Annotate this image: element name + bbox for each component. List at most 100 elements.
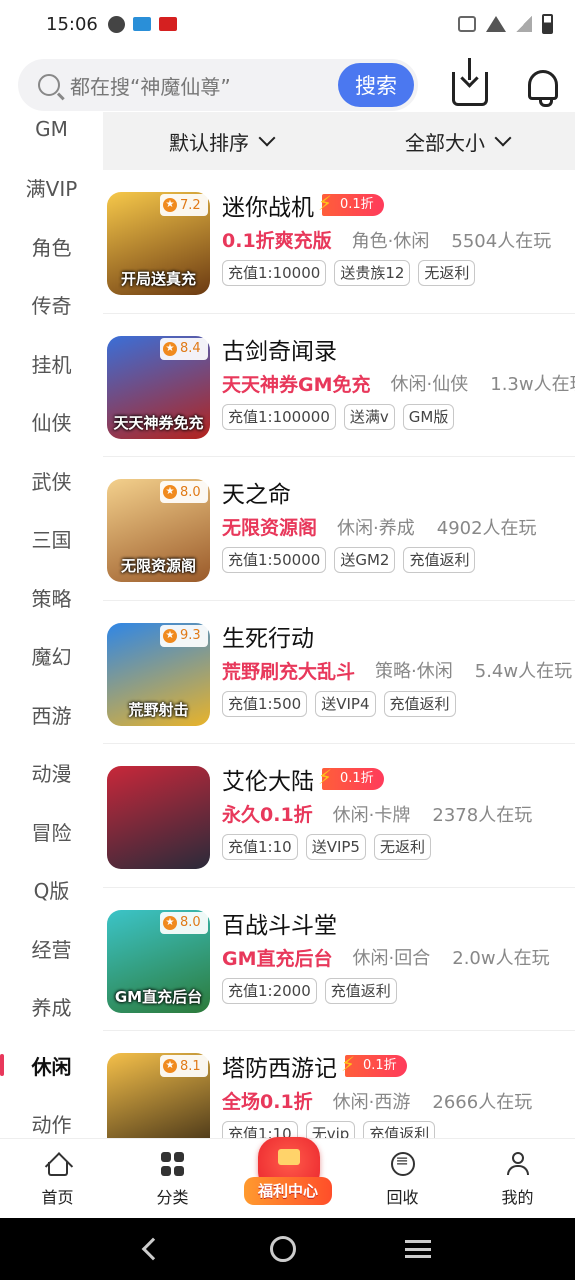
rating-value: 8.4 xyxy=(180,341,201,356)
feature-chip: GM版 xyxy=(402,403,455,430)
sidebar-item[interactable]: Q版 xyxy=(0,861,103,920)
search-icon xyxy=(38,74,60,96)
sort-order-dropdown[interactable]: 默认排序 xyxy=(103,127,339,156)
tab-label: 首页 xyxy=(41,1188,74,1207)
sidebar-item[interactable]: GM xyxy=(0,100,103,159)
game-list-item[interactable]: 荒野射击 ★ 9.3 生死行动 荒野刷充大乱斗 策略·休闲 5.4w人在玩 充值1:500 送V… xyxy=(103,601,575,744)
tab-label: 回收 xyxy=(386,1188,419,1207)
game-list-item[interactable]: 天天神券免充 ★8.4 古剑奇闻录天天神券GM免充休闲·仙侠 1.3w人在玩充值1:1… xyxy=(103,314,575,457)
home-icon xyxy=(47,1162,68,1176)
download-icon[interactable] xyxy=(452,58,488,106)
game-name: 艾伦大陆 xyxy=(222,769,314,795)
back-icon[interactable] xyxy=(141,1237,164,1261)
size-filter-label: 全部大小 xyxy=(405,130,485,155)
sidebar-item[interactable]: 西游 xyxy=(0,685,103,744)
sidebar-item[interactable]: 挂机 xyxy=(0,334,103,393)
discount-text: 0.1折 xyxy=(340,771,374,786)
system-nav-bar xyxy=(0,1218,575,1280)
game-art xyxy=(107,766,210,869)
tab-welfare-center[interactable]: 福利中心 xyxy=(230,1137,345,1218)
search-button[interactable]: 搜索 xyxy=(338,63,414,107)
game-icon[interactable] xyxy=(107,766,210,869)
rating-value: 8.0 xyxy=(180,915,201,930)
game-list-item[interactable]: 无限资源阁 ★ 8.0 天之命 无限资源阁 休闲·养成 4902人在玩 充值1:50000 送G… xyxy=(103,457,575,601)
feature-chip: 充值1:10000 xyxy=(222,260,327,286)
signal-icon xyxy=(516,16,532,32)
promo-text: GM直充后台 xyxy=(222,947,333,970)
rating-value: 8.1 xyxy=(180,1058,201,1074)
game-name: 百战斗斗堂 xyxy=(222,912,337,939)
feature-chip: 充值返利 xyxy=(363,1121,436,1138)
notification-app-icon xyxy=(132,17,151,31)
sidebar-item[interactable]: 仙侠 xyxy=(0,393,103,452)
tab-label: 福利中心 xyxy=(244,1177,332,1205)
player-count: 2.0w人在玩 xyxy=(452,948,550,969)
player-count: 5504人在玩 xyxy=(451,230,552,252)
size-filter-dropdown[interactable]: 全部大小 xyxy=(339,127,575,156)
sidebar-item[interactable]: 武侠 xyxy=(0,451,103,510)
player-count: 1.3w人在玩 xyxy=(490,374,575,395)
sidebar-item[interactable]: 休闲 xyxy=(0,1036,103,1095)
vibrate-icon xyxy=(458,16,476,32)
feature-chip: 充值返利 xyxy=(403,547,476,573)
game-list-item[interactable]: ★ 8.1 塔防西游记 ⚡ 0.1折 全场0.1折 休闲·西游 2666人在玩 充值1:10 无v… xyxy=(103,1031,575,1138)
category-icon xyxy=(160,1152,185,1176)
sidebar-item[interactable]: 三国 xyxy=(0,510,103,569)
feature-chip: 充值返利 xyxy=(324,977,397,1004)
player-count: 5.4w人在玩 xyxy=(474,661,573,682)
rating-badge: ★ 8.0 xyxy=(160,481,208,503)
sidebar-item[interactable]: 魔幻 xyxy=(0,627,103,686)
sidebar-item[interactable]: 养成 xyxy=(0,978,103,1037)
sidebar-item[interactable]: 角色 xyxy=(0,217,103,276)
game-list-item[interactable]: GM直充后台 ★ 8.0 百战斗斗堂 GM直充后台 休闲·回合 2.0w人在玩 充值1:200… xyxy=(103,888,575,1031)
bottom-tab-bar: 首页 分类 福利中心 回收 我的 xyxy=(0,1137,575,1218)
feature-chip: 送VIP4 xyxy=(315,690,376,717)
feature-chip: 充值返利 xyxy=(383,690,456,717)
chevron-down-icon xyxy=(494,129,512,147)
game-name: 生死行动 xyxy=(222,625,314,652)
discount-badge: ⚡ 0.1折 xyxy=(318,765,384,790)
profile-icon xyxy=(506,1152,530,1176)
home-circle-icon[interactable] xyxy=(269,1236,296,1262)
feature-chip: 无vip xyxy=(305,1121,356,1138)
game-icon-caption: 天天神券免充 xyxy=(113,413,204,432)
game-list-item[interactable]: 开局送真充 ★ 7.2 迷你战机 ⚡ 0.1折 0.1折爽充版 角色·休闲 5504人在玩 充值1… xyxy=(103,170,575,314)
sidebar-item[interactable]: 经营 xyxy=(0,919,103,978)
promo-text: 全场0.1折 xyxy=(222,1091,313,1113)
promo-text: 0.1折爽充版 xyxy=(222,230,332,252)
sidebar-item[interactable]: 策略 xyxy=(0,568,103,627)
feature-chip: 无返利 xyxy=(373,834,431,860)
tab-home[interactable]: 首页 xyxy=(0,1139,115,1218)
game-name: 古剑奇闻录 xyxy=(222,338,337,365)
battery-icon xyxy=(542,14,553,34)
wifi-icon xyxy=(486,16,506,32)
game-icon-caption: 荒野射击 xyxy=(128,700,189,719)
notification-app-icon xyxy=(158,17,177,31)
notification-app-icon xyxy=(107,15,125,33)
tab-category[interactable]: 分类 xyxy=(115,1139,230,1218)
lightning-icon: ⚡ xyxy=(318,191,333,215)
sidebar-item[interactable]: 动漫 xyxy=(0,744,103,803)
feature-chip: 充值1:50000 xyxy=(222,547,327,573)
star-icon: ★ xyxy=(163,915,177,930)
sidebar-item[interactable]: 动作 xyxy=(0,1095,103,1141)
bell-icon[interactable] xyxy=(528,70,558,107)
tab-profile[interactable]: 我的 xyxy=(460,1139,575,1218)
category-sidebar: GM 满VIP 角色 传奇 挂机 仙侠 武侠 三国 策略 魔幻 西游 动漫 冒险 Q版 经营 养成 休闲 动作 xyxy=(0,100,103,1140)
sidebar-item[interactable]: 冒险 xyxy=(0,802,103,861)
rating-value: 8.0 xyxy=(180,484,201,500)
recents-icon[interactable] xyxy=(404,1240,431,1258)
sidebar-item[interactable]: 满VIP xyxy=(0,159,103,218)
game-list-item[interactable]: 艾伦大陆 ⚡ 0.1折 永久0.1折 休闲·卡牌 2378人在玩 充值1:10 送VIP5 无返… xyxy=(103,744,575,888)
promo-text: 无限资源阁 xyxy=(222,517,318,539)
player-count: 2666人在玩 xyxy=(432,1091,533,1113)
lightning-icon: ⚡ xyxy=(318,765,333,789)
feature-chip: 送贵族12 xyxy=(334,260,411,286)
sidebar-item[interactable]: 传奇 xyxy=(0,276,103,335)
rating-value: 9.3 xyxy=(180,628,201,643)
discount-text: 0.1折 xyxy=(340,197,374,212)
game-icon-caption: 无限资源阁 xyxy=(120,557,196,575)
search-placeholder: 都在搜“神魔仙尊” xyxy=(70,74,231,99)
tab-recycle[interactable]: 回收 xyxy=(345,1139,460,1218)
recycle-icon xyxy=(390,1151,415,1176)
